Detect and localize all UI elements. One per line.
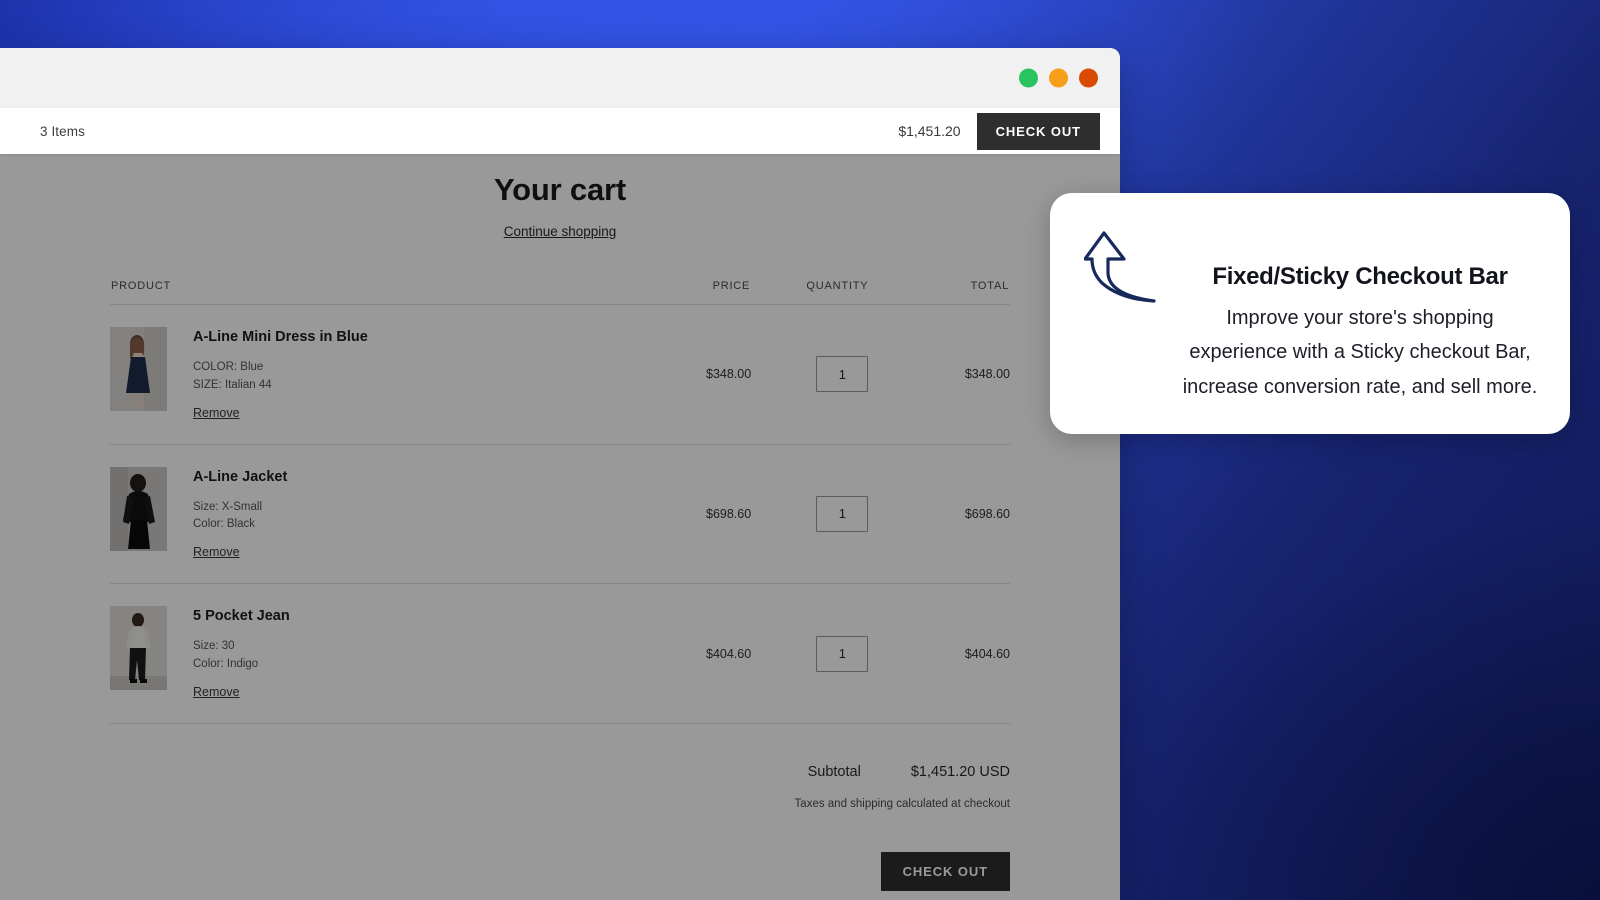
product-thumbnail-dress xyxy=(110,327,167,411)
remove-item-link[interactable]: Remove xyxy=(193,406,240,420)
continue-shopping-link[interactable]: Continue shopping xyxy=(504,224,617,239)
product-price: $348.00 xyxy=(643,304,752,445)
product-price: $404.60 xyxy=(643,583,752,724)
browser-titlebar xyxy=(0,48,1120,108)
column-header-price: PRICE xyxy=(643,279,752,305)
cart-table-head: PRODUCT PRICE QUANTITY TOTAL xyxy=(110,279,1010,305)
cart-content: Continue shopping Your cart Continue sho… xyxy=(110,154,1010,891)
table-row: A-Line Mini Dress in Blue COLOR: Blue SI… xyxy=(110,304,1010,445)
product-thumbnail-jacket xyxy=(110,466,167,551)
product-variant-size: SIZE: Italian 44 xyxy=(193,378,272,391)
product-cell: A-Line Mini Dress in Blue COLOR: Blue SI… xyxy=(110,304,644,445)
product-variant-color: COLOR: Blue xyxy=(193,361,264,373)
product-cell: 5 Pocket Jean Size: 30 Color: Indigo Rem… xyxy=(110,583,644,724)
remove-item-link[interactable]: Remove xyxy=(193,685,240,699)
cart-table-body: A-Line Mini Dress in Blue COLOR: Blue SI… xyxy=(110,304,1010,724)
product-variant-color: Color: Black xyxy=(193,518,255,531)
subtotal-label: Subtotal xyxy=(807,763,861,780)
remove-item-link[interactable]: Remove xyxy=(193,545,240,559)
curved-up-arrow-icon xyxy=(1084,231,1156,303)
product-title: A-Line Jacket xyxy=(193,468,288,485)
product-price: $698.60 xyxy=(643,444,752,585)
table-row: 5 Pocket Jean Size: 30 Color: Indigo Rem… xyxy=(110,583,1010,724)
callout-body: Fixed/Sticky Checkout Bar Improve your s… xyxy=(1180,219,1540,404)
subtotal-row: Subtotal $1,451.20 USD xyxy=(110,764,1010,780)
sticky-checkout-bar: 3 Items $1,451.20 CHECK OUT xyxy=(0,108,1120,154)
cart-table: PRODUCT PRICE QUANTITY TOTAL A-Line Mini… xyxy=(110,279,1010,724)
product-thumbnail-jean xyxy=(110,606,167,691)
product-variant-size: Size: 30 xyxy=(193,640,235,653)
product-variant-color: Color: Indigo xyxy=(193,658,259,671)
subtotal-value: $1,451.20 USD xyxy=(910,763,1010,780)
page-title: Your cart xyxy=(494,172,626,207)
sticky-bar-right-group: $1,451.20 CHECK OUT xyxy=(898,112,1100,150)
close-dot[interactable] xyxy=(1079,68,1098,88)
cart-table-header-row: PRODUCT PRICE QUANTITY TOTAL xyxy=(110,279,1010,305)
tax-shipping-note: Taxes and shipping calculated at checkou… xyxy=(794,797,1010,810)
quantity-input[interactable] xyxy=(816,495,869,532)
quantity-cell xyxy=(751,444,903,585)
product-line-total: $698.60 xyxy=(902,444,1010,585)
quantity-cell xyxy=(751,304,903,445)
sticky-cart-total: $1,451.20 xyxy=(898,123,961,139)
product-title: 5 Pocket Jean xyxy=(193,608,290,625)
feature-callout: Fixed/Sticky Checkout Bar Improve your s… xyxy=(1050,193,1570,435)
browser-window: 3 Items $1,451.20 CHECK OUT Continue sho… xyxy=(0,48,1120,900)
product-line-total: $404.60 xyxy=(902,583,1010,724)
quantity-input[interactable] xyxy=(816,356,869,393)
quantity-cell xyxy=(751,583,903,724)
window-controls xyxy=(1019,68,1098,88)
product-variant-size: Size: X-Small xyxy=(193,500,263,513)
cart-checkout-button[interactable]: CHECK OUT xyxy=(880,851,1010,891)
cart-page: Continue shopping Your cart Continue sho… xyxy=(0,154,1120,900)
column-header-product: PRODUCT xyxy=(110,279,644,305)
table-row: A-Line Jacket Size: X-Small Color: Black… xyxy=(110,444,1010,585)
column-header-total: TOTAL xyxy=(902,279,1010,305)
minimize-dot[interactable] xyxy=(1019,68,1038,88)
callout-description: Improve your store's shopping experience… xyxy=(1182,307,1538,398)
product-line-total: $348.00 xyxy=(902,304,1010,445)
product-title: A-Line Mini Dress in Blue xyxy=(193,329,368,345)
product-cell: A-Line Jacket Size: X-Small Color: Black… xyxy=(110,444,644,585)
cart-footer: Subtotal $1,451.20 USD Taxes and shippin… xyxy=(110,764,1010,891)
sticky-items-count: 3 Items xyxy=(40,123,85,139)
quantity-input[interactable] xyxy=(816,635,869,672)
callout-title: Fixed/Sticky Checkout Bar xyxy=(1212,263,1508,290)
column-header-quantity: QUANTITY xyxy=(751,279,903,305)
sticky-checkout-button[interactable]: CHECK OUT xyxy=(976,112,1100,150)
maximize-dot[interactable] xyxy=(1049,68,1068,88)
